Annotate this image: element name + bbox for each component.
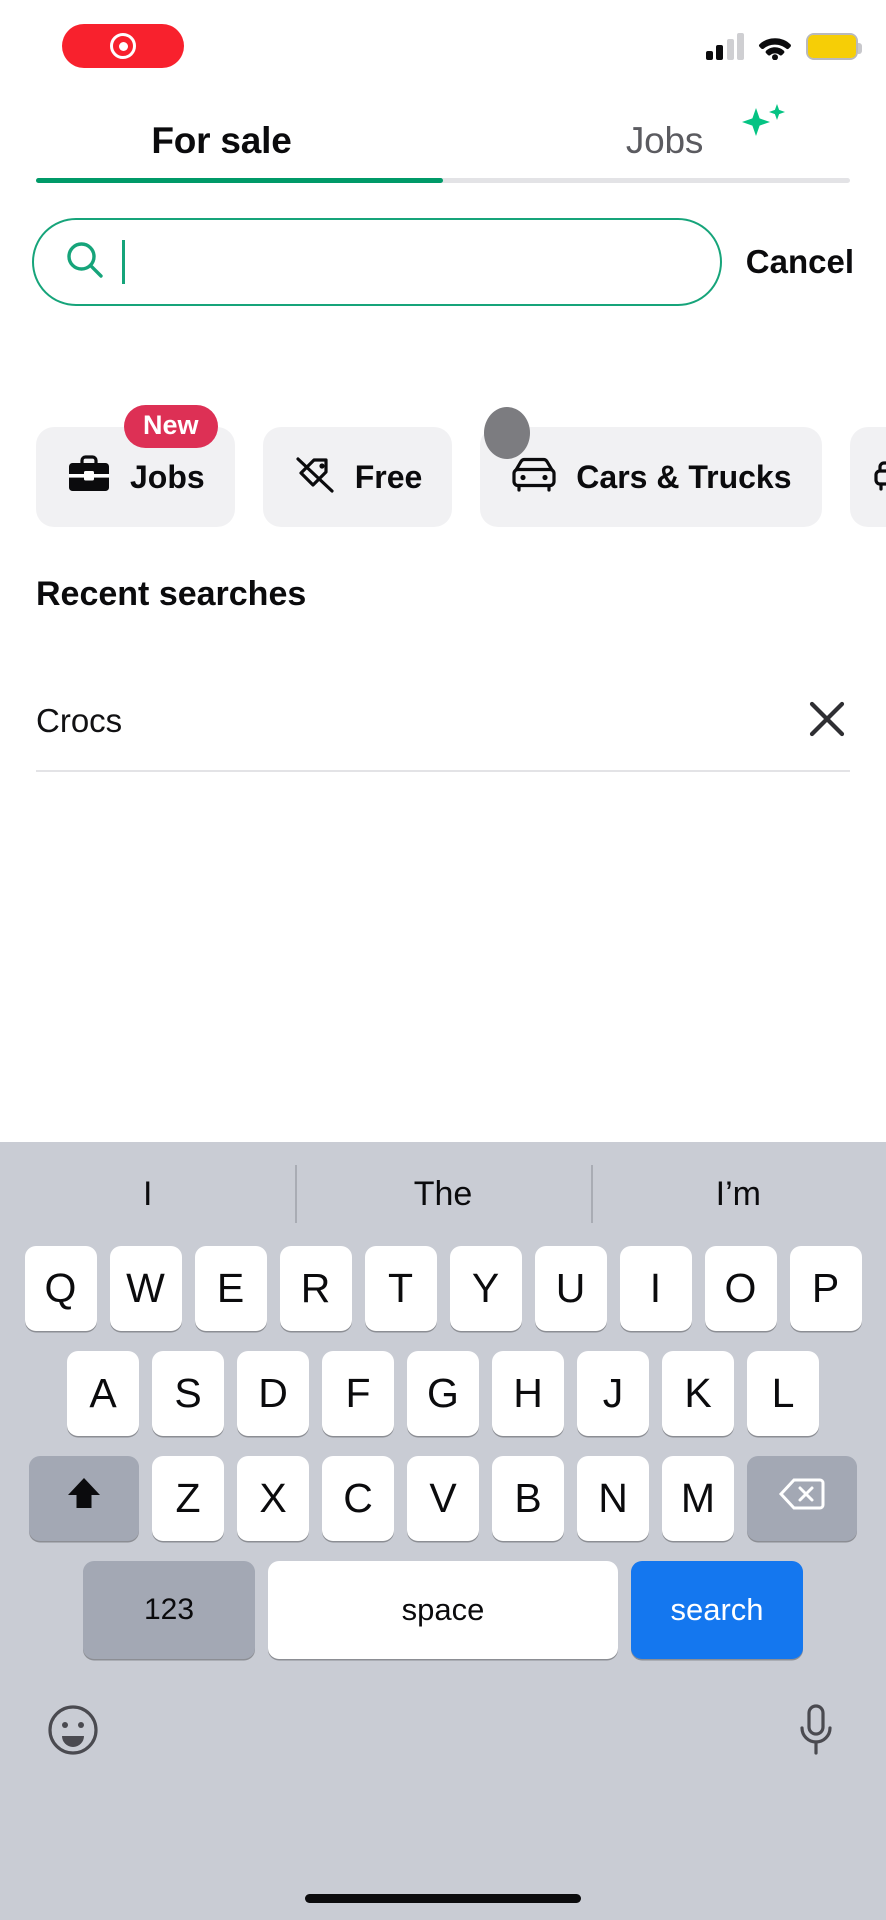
backspace-icon bbox=[778, 1475, 826, 1522]
phone-screen: For sale Jobs Cancel Jobs New Free Cars … bbox=[0, 0, 886, 1920]
key-n[interactable]: N bbox=[577, 1456, 649, 1541]
chip-jobs[interactable]: Jobs New bbox=[36, 405, 235, 527]
numbers-key[interactable]: 123 bbox=[83, 1561, 255, 1659]
key-f[interactable]: F bbox=[322, 1351, 394, 1436]
wifi-icon bbox=[758, 32, 792, 60]
car-icon bbox=[510, 456, 558, 499]
search-key[interactable]: search bbox=[631, 1561, 803, 1659]
sofa-icon bbox=[873, 456, 886, 499]
key-z[interactable]: Z bbox=[152, 1456, 224, 1541]
suggestion-1[interactable]: I bbox=[0, 1161, 295, 1227]
backspace-key[interactable] bbox=[747, 1456, 857, 1541]
shift-icon bbox=[63, 1473, 105, 1525]
search-icon bbox=[64, 239, 106, 286]
key-a[interactable]: A bbox=[67, 1351, 139, 1436]
recent-searches-heading: Recent searches bbox=[36, 575, 307, 613]
suggestion-2[interactable]: The bbox=[295, 1161, 590, 1227]
key-i[interactable]: I bbox=[619, 1246, 692, 1331]
chip-free[interactable]: Free bbox=[262, 427, 453, 527]
home-indicator[interactable] bbox=[305, 1894, 581, 1903]
microphone-icon[interactable] bbox=[792, 1702, 840, 1763]
chip-furniture[interactable] bbox=[849, 427, 886, 527]
key-q[interactable]: Q bbox=[24, 1246, 97, 1331]
key-w[interactable]: W bbox=[109, 1246, 182, 1331]
shift-key[interactable] bbox=[29, 1456, 139, 1541]
recent-search-item[interactable]: Crocs bbox=[36, 672, 850, 770]
key-k[interactable]: K bbox=[662, 1351, 734, 1436]
key-p[interactable]: P bbox=[789, 1246, 862, 1331]
key-d[interactable]: D bbox=[237, 1351, 309, 1436]
key-r[interactable]: R bbox=[279, 1246, 352, 1331]
key-h[interactable]: H bbox=[492, 1351, 564, 1436]
tab-indicator-active bbox=[36, 178, 443, 183]
category-chip-row[interactable]: Jobs New Free Cars & Trucks bbox=[0, 405, 886, 529]
suggestion-3[interactable]: I’m bbox=[590, 1161, 886, 1227]
tab-indicator-track bbox=[36, 178, 850, 183]
chip-jobs-new-badge: New bbox=[124, 405, 218, 448]
emoji-icon[interactable] bbox=[46, 1703, 100, 1762]
keyboard-row-1: Q W E R T Y U I O P bbox=[0, 1246, 886, 1331]
key-x[interactable]: X bbox=[237, 1456, 309, 1541]
chip-free-label: Free bbox=[354, 458, 423, 495]
key-l[interactable]: L bbox=[747, 1351, 819, 1436]
tab-for-sale-label: For sale bbox=[151, 120, 292, 161]
close-icon[interactable] bbox=[804, 696, 850, 747]
keyboard-row-3: Z X C V B N M bbox=[0, 1456, 886, 1541]
key-s[interactable]: S bbox=[152, 1351, 224, 1436]
text-cursor bbox=[122, 240, 125, 284]
space-key[interactable]: space bbox=[268, 1561, 618, 1659]
status-icons bbox=[705, 32, 862, 60]
touch-indicator bbox=[484, 407, 531, 459]
on-screen-keyboard: I The I’m Q W E R T Y U I O P A S D F G … bbox=[0, 1142, 886, 1920]
keyboard-suggestion-bar: I The I’m bbox=[0, 1142, 886, 1246]
tab-jobs-label: Jobs bbox=[625, 120, 704, 161]
chip-cars-and-trucks[interactable]: Cars & Trucks bbox=[480, 407, 822, 527]
briefcase-icon bbox=[66, 454, 112, 500]
tab-for-sale[interactable]: For sale bbox=[0, 100, 443, 182]
chip-jobs-label: Jobs bbox=[130, 458, 205, 495]
search-input[interactable] bbox=[32, 218, 722, 306]
battery-icon bbox=[806, 33, 862, 60]
tab-jobs[interactable]: Jobs bbox=[443, 100, 886, 182]
key-t[interactable]: T bbox=[364, 1246, 437, 1331]
cellular-signal-icon bbox=[705, 32, 744, 60]
cancel-button[interactable]: Cancel bbox=[746, 243, 854, 281]
key-b[interactable]: B bbox=[492, 1456, 564, 1541]
key-m[interactable]: M bbox=[662, 1456, 734, 1541]
recent-search-text: Crocs bbox=[36, 702, 123, 739]
key-y[interactable]: Y bbox=[449, 1246, 522, 1331]
key-v[interactable]: V bbox=[407, 1456, 479, 1541]
key-u[interactable]: U bbox=[534, 1246, 607, 1331]
record-icon bbox=[110, 33, 136, 59]
key-j[interactable]: J bbox=[577, 1351, 649, 1436]
key-g[interactable]: G bbox=[407, 1351, 479, 1436]
record-dot bbox=[118, 41, 128, 51]
recent-divider bbox=[36, 770, 850, 772]
key-c[interactable]: C bbox=[322, 1456, 394, 1541]
keyboard-bottom-bar bbox=[0, 1679, 886, 1785]
status-bar bbox=[0, 0, 886, 92]
top-tab-bar: For sale Jobs bbox=[0, 100, 886, 182]
search-row: Cancel bbox=[0, 214, 886, 310]
keyboard-row-4: 123 space search bbox=[0, 1561, 886, 1659]
key-o[interactable]: O bbox=[704, 1246, 777, 1331]
keyboard-row-2: A S D F G H J K L bbox=[0, 1351, 886, 1436]
tag-slash-icon bbox=[293, 454, 337, 501]
key-e[interactable]: E bbox=[194, 1246, 267, 1331]
sparkles-icon bbox=[734, 102, 794, 152]
chip-cars-and-trucks-label: Cars & Trucks bbox=[576, 458, 792, 495]
screen-recording-indicator[interactable] bbox=[62, 24, 184, 68]
